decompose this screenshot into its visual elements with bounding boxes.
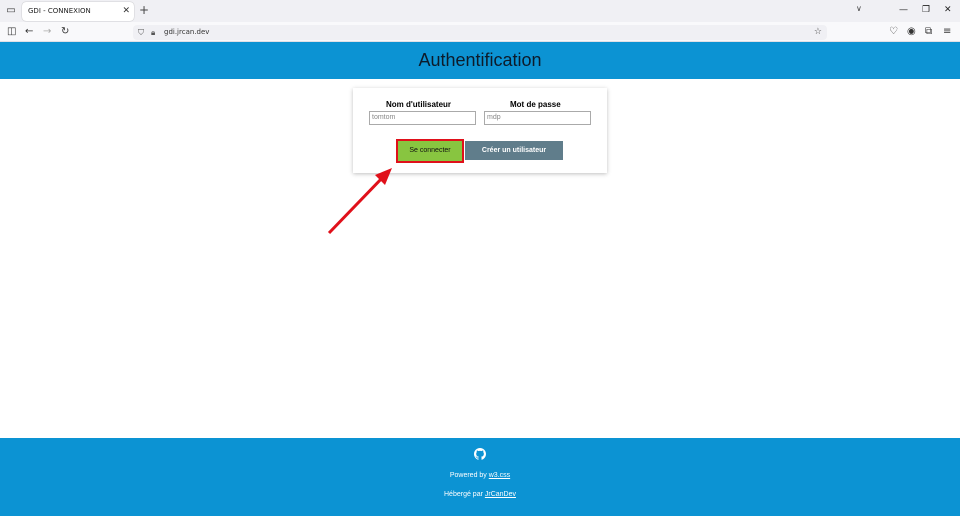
powered-by-line: Powered by w3.css — [0, 472, 960, 479]
arrow-shaft — [327, 175, 385, 235]
back-icon[interactable]: ← — [25, 25, 33, 39]
extensions-icon[interactable]: ⧉ — [925, 25, 932, 39]
jrcandev-link[interactable]: JrCanDev — [485, 491, 516, 498]
hosted-by-line: Hébergé par JrCanDev — [0, 491, 960, 498]
github-icon[interactable] — [474, 448, 486, 460]
nav-bar: ◫ ← → ↻ ⛉ 🔒︎ gdi.jrcan.dev ☆ ♡ ◉ ⧉ ≡ — [0, 22, 960, 42]
url-text[interactable]: gdi.jrcan.dev — [164, 26, 209, 39]
tab-title: GDI - CONNEXION — [28, 7, 91, 15]
shield-icon[interactable]: ⛉ — [138, 26, 144, 39]
minimize-icon[interactable]: — — [899, 4, 908, 16]
close-icon[interactable]: ✕ — [122, 4, 130, 18]
w3css-link[interactable]: w3.css — [489, 472, 510, 479]
auth-form: Nom d'utilisateur tomtom Mot de passe md… — [353, 88, 607, 173]
username-input[interactable]: tomtom — [369, 111, 476, 125]
connect-button[interactable]: Se connecter — [396, 139, 464, 163]
menu-icon[interactable]: ≡ — [943, 25, 951, 39]
account-icon[interactable]: ◉ — [907, 25, 916, 39]
arrow-annotation — [327, 168, 392, 235]
username-label: Nom d'utilisateur — [386, 100, 452, 109]
hosted-by-text: Hébergé par — [444, 491, 485, 498]
page-title: Authentification — [418, 50, 542, 70]
tab-bar: ▭ GDI - CONNEXION ✕ + ∨ — ❐ ✕ — [0, 0, 960, 22]
pocket-icon[interactable]: ♡ — [889, 25, 898, 39]
powered-by-text: Powered by — [449, 472, 489, 479]
close-window-icon[interactable]: ✕ — [944, 4, 952, 16]
connect-button-label: Se connecter — [409, 147, 451, 154]
url-bar[interactable]: ⛉ 🔒︎ gdi.jrcan.dev ☆ — [133, 25, 827, 40]
restore-icon[interactable]: ❐ — [922, 4, 930, 16]
create-user-button[interactable]: Créer un utilisateur — [465, 141, 563, 160]
tab-list-icon[interactable]: ▭ — [4, 4, 18, 18]
star-icon[interactable]: ☆ — [814, 25, 822, 39]
password-input[interactable]: mdp — [484, 111, 591, 125]
lock-icon[interactable]: 🔒︎ — [151, 26, 155, 39]
active-tab[interactable]: GDI - CONNEXION ✕ — [22, 2, 134, 21]
reload-icon[interactable]: ↻ — [61, 25, 69, 39]
sidebar-icon[interactable]: ◫ — [7, 25, 16, 39]
password-label: Mot de passe — [510, 100, 561, 109]
forward-icon[interactable]: → — [43, 25, 51, 39]
chevron-down-icon[interactable]: ∨ — [856, 4, 862, 13]
page-header: Authentification — [0, 42, 960, 79]
page-footer: Powered by w3.css Hébergé par JrCanDev — [0, 438, 960, 516]
plus-icon[interactable]: + — [139, 3, 149, 17]
